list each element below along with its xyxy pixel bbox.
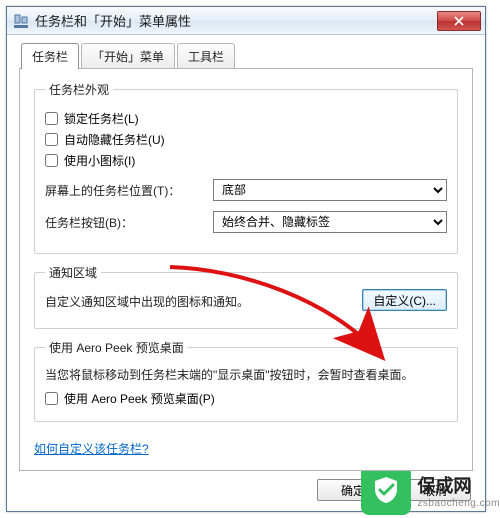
checkbox-autohide-label: 自动隐藏任务栏(U): [64, 131, 165, 148]
label-position: 屏幕上的任务栏位置(T)：: [45, 182, 213, 199]
titlebar[interactable]: 任务栏和「开始」菜单属性: [7, 7, 485, 35]
checkbox-smallicons-row[interactable]: 使用小图标(I): [45, 152, 447, 169]
tabpanel-taskbar: 任务栏外观 锁定任务栏(L) 自动隐藏任务栏(U) 使用小图标(I) 屏幕上的任…: [19, 68, 473, 471]
watermark-en: zsbaocheng.com: [417, 498, 500, 509]
aero-desc: 当您将鼠标移动到任务栏末端的"显示桌面"按钮时，会暂时查看桌面。: [45, 366, 447, 384]
help-link[interactable]: 如何自定义该任务栏?: [34, 440, 149, 457]
tabstrip: 任务栏 「开始」菜单 工具栏: [21, 43, 473, 69]
watermark-text: 保成网 zsbaocheng.com: [417, 472, 500, 509]
close-button[interactable]: [437, 11, 481, 31]
checkbox-aero[interactable]: [45, 392, 58, 405]
watermark-badge: [361, 465, 411, 515]
tab-toolbars[interactable]: 工具栏: [177, 43, 235, 69]
select-buttons[interactable]: 始终合并、隐藏标签: [213, 211, 447, 233]
label-buttons: 任务栏按钮(B)：: [45, 214, 213, 231]
checkbox-lock-row[interactable]: 锁定任务栏(L): [45, 110, 447, 127]
customize-button[interactable]: 自定义(C)...: [362, 289, 447, 311]
group-aero: 使用 Aero Peek 预览桌面 当您将鼠标移动到任务栏末端的"显示桌面"按钮…: [34, 339, 458, 422]
checkbox-lock[interactable]: [45, 112, 58, 125]
checkbox-smallicons[interactable]: [45, 154, 58, 167]
shield-check-icon: [371, 475, 401, 505]
tab-taskbar[interactable]: 任务栏: [21, 43, 79, 69]
group-appearance: 任务栏外观 锁定任务栏(L) 自动隐藏任务栏(U) 使用小图标(I) 屏幕上的任…: [34, 81, 458, 254]
properties-dialog: 任务栏和「开始」菜单属性 任务栏 「开始」菜单 工具栏 任务栏外观 锁定任务栏(…: [6, 6, 486, 512]
group-aero-legend: 使用 Aero Peek 预览桌面: [45, 339, 188, 356]
tab-startmenu[interactable]: 「开始」菜单: [81, 43, 175, 69]
checkbox-smallicons-label: 使用小图标(I): [64, 152, 135, 169]
group-notification: 通知区域 自定义通知区域中出现的图标和通知。 自定义(C)...: [34, 264, 458, 329]
checkbox-aero-label: 使用 Aero Peek 预览桌面(P): [64, 390, 215, 407]
row-buttons: 任务栏按钮(B)： 始终合并、隐藏标签: [45, 211, 447, 233]
watermark-cn: 保成网: [417, 472, 500, 498]
group-notification-legend: 通知区域: [45, 264, 101, 281]
close-icon: [454, 16, 464, 26]
checkbox-lock-label: 锁定任务栏(L): [64, 110, 139, 127]
checkbox-autohide-row[interactable]: 自动隐藏任务栏(U): [45, 131, 447, 148]
app-icon: [13, 13, 29, 29]
notification-desc: 自定义通知区域中出现的图标和通知。: [45, 293, 249, 310]
checkbox-autohide[interactable]: [45, 133, 58, 146]
select-position[interactable]: 底部: [213, 179, 447, 201]
client-area: 任务栏 「开始」菜单 工具栏 任务栏外观 锁定任务栏(L) 自动隐藏任务栏(U)…: [7, 35, 485, 511]
row-position: 屏幕上的任务栏位置(T)： 底部: [45, 179, 447, 201]
window-title: 任务栏和「开始」菜单属性: [35, 11, 437, 30]
checkbox-aero-row[interactable]: 使用 Aero Peek 预览桌面(P): [45, 390, 447, 407]
group-appearance-legend: 任务栏外观: [45, 81, 113, 98]
